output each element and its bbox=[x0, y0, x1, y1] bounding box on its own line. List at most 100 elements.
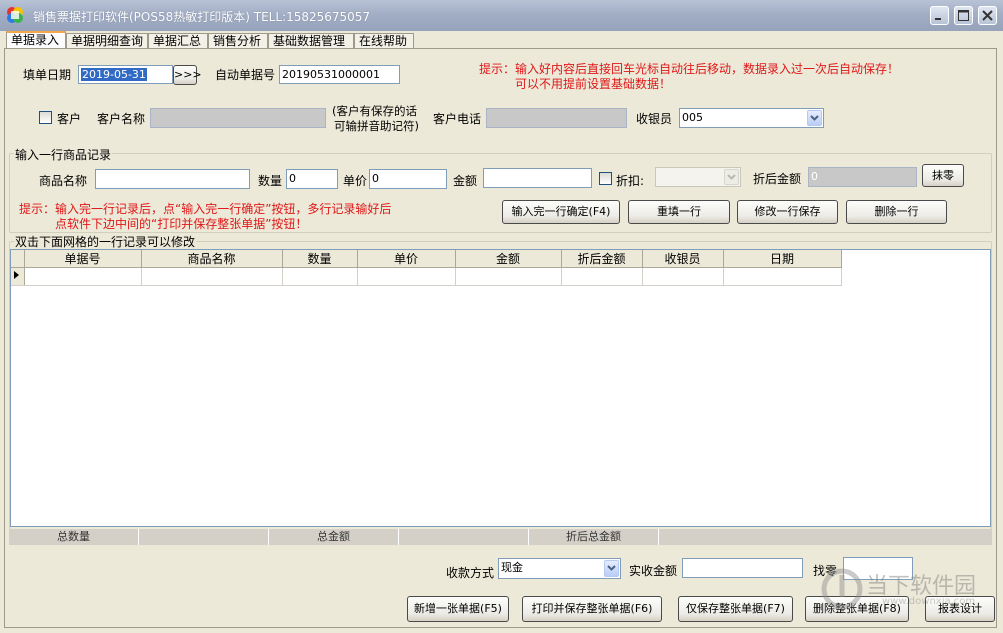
column-header[interactable]: 单据号 bbox=[24, 250, 142, 268]
received-amount-field[interactable] bbox=[682, 558, 803, 578]
column-header[interactable]: 单价 bbox=[357, 250, 456, 268]
customer-checkbox[interactable] bbox=[39, 111, 52, 124]
amount-field[interactable] bbox=[483, 168, 592, 188]
date-value: 2019-05-31 bbox=[81, 68, 147, 81]
discounted-amount-field: 0 bbox=[808, 167, 917, 187]
hint-top-line2: 可以不用提前设置基础数据！ bbox=[515, 77, 672, 91]
chevron-down-icon bbox=[727, 174, 736, 180]
received-amount-label: 实收金额 bbox=[629, 564, 678, 578]
column-header[interactable]: 商品名称 bbox=[141, 250, 283, 268]
auto-number-label: 自动单据号 bbox=[215, 68, 276, 82]
column-header[interactable]: 日期 bbox=[723, 250, 842, 268]
product-name-field[interactable] bbox=[95, 169, 250, 189]
hint-item-line2: 点软件下边中间的“打印并保存整张单据”按钮！ bbox=[55, 217, 308, 231]
cashier-dropdown-button[interactable] bbox=[807, 110, 822, 126]
confirm-row-button[interactable]: 输入完一行确定(F4) bbox=[502, 200, 620, 224]
customer-phone-field bbox=[486, 108, 627, 128]
date-picker-button[interactable]: >>> bbox=[173, 65, 202, 85]
grid-header-row: 单据号 商品名称 数量 单价 金额 折后金额 收银员 日期 bbox=[11, 250, 842, 268]
maximize-icon bbox=[958, 10, 969, 21]
item-entry-group-title: 输入一行商品记录 bbox=[14, 146, 113, 163]
payment-method-value: 现金 bbox=[501, 561, 523, 574]
totals-bar: 总数量 总金额 折后总金额 bbox=[9, 529, 992, 545]
date-field[interactable]: 2019-05-31 bbox=[78, 65, 173, 84]
close-icon bbox=[982, 10, 993, 21]
grid-cell[interactable] bbox=[642, 267, 724, 286]
customer-phone-label: 客户电话 bbox=[433, 112, 482, 126]
cashier-value: 005 bbox=[682, 111, 703, 124]
chevron-down-icon bbox=[810, 115, 819, 121]
column-header[interactable]: 数量 bbox=[282, 250, 358, 268]
records-table: 单据号 商品名称 数量 单价 金额 折后金额 收银员 日期 bbox=[11, 250, 842, 286]
column-header[interactable]: 收银员 bbox=[642, 250, 724, 268]
refill-row-button[interactable]: 重填一行 bbox=[628, 200, 730, 224]
grid-cell[interactable] bbox=[24, 267, 142, 286]
modify-row-button[interactable]: 修改一行保存 bbox=[737, 200, 838, 224]
product-name-label: 商品名称 bbox=[39, 174, 88, 188]
discount-dropdown-button bbox=[724, 169, 739, 185]
report-design-button[interactable]: 报表设计 bbox=[925, 596, 995, 622]
row-pointer-icon bbox=[14, 271, 19, 279]
customer-name-field bbox=[150, 108, 326, 128]
customer-checkbox-label: 客户 bbox=[57, 112, 82, 126]
tab-sales-analysis[interactable]: 销售分析 bbox=[208, 33, 268, 48]
customer-name-label: 客户名称 bbox=[97, 112, 146, 126]
grid-cell[interactable] bbox=[455, 267, 562, 286]
discount-label: 折扣: bbox=[616, 174, 645, 188]
quantity-label: 数量 bbox=[258, 174, 283, 188]
payment-method-select[interactable]: 现金 bbox=[498, 558, 621, 579]
grid-cell[interactable] bbox=[141, 267, 283, 286]
grid-cell[interactable] bbox=[357, 267, 456, 286]
discount-checkbox[interactable] bbox=[599, 172, 612, 185]
window-title: 销售票据打印软件(POS58热敏打印版本) TELL:15825675057 bbox=[33, 10, 371, 24]
tab-document-entry[interactable]: 单据录入 bbox=[6, 31, 66, 49]
chevron-down-icon bbox=[607, 565, 616, 571]
payment-dropdown-button[interactable] bbox=[604, 560, 619, 577]
date-label: 填单日期 bbox=[23, 68, 72, 82]
grid-cell[interactable] bbox=[282, 267, 358, 286]
cashier-label: 收银员 bbox=[636, 112, 673, 126]
table-row[interactable] bbox=[11, 267, 842, 286]
discounted-amount-label: 折后金额 bbox=[753, 172, 802, 186]
unit-price-field[interactable]: 0 bbox=[369, 169, 447, 189]
discount-select bbox=[655, 167, 741, 187]
round-off-button[interactable]: 抹零 bbox=[922, 164, 964, 187]
app-icon bbox=[7, 7, 23, 23]
column-header[interactable]: 金额 bbox=[455, 250, 562, 268]
customer-note-line1: (客户有保存的话 bbox=[332, 104, 417, 118]
records-grid[interactable]: 单据号 商品名称 数量 单价 金额 折后金额 收银员 日期 bbox=[10, 249, 991, 527]
unit-price-label: 单价 bbox=[343, 174, 368, 188]
print-save-document-button[interactable]: 打印并保存整张单据(F6) bbox=[522, 596, 662, 622]
new-document-button[interactable]: 新增一张单据(F5) bbox=[407, 596, 509, 622]
grid-cell[interactable] bbox=[723, 267, 842, 286]
column-header[interactable]: 折后金额 bbox=[561, 250, 643, 268]
tab-online-help[interactable]: 在线帮助 bbox=[354, 33, 414, 48]
delete-row-button[interactable]: 删除一行 bbox=[846, 200, 947, 224]
total-amount-label: 总金额 bbox=[269, 529, 399, 545]
total-discounted-value bbox=[659, 529, 992, 545]
amount-label: 金额 bbox=[453, 174, 478, 188]
customer-note-line2: 可输拼音助记符) bbox=[334, 119, 419, 133]
tab-detail-query[interactable]: 单据明细查询 bbox=[66, 33, 148, 48]
grid-group-title: 双击下面网格的一行记录可以修改 bbox=[14, 233, 197, 250]
minimize-button[interactable] bbox=[930, 6, 949, 25]
close-button[interactable] bbox=[978, 6, 997, 25]
row-indicator bbox=[11, 267, 25, 286]
minimize-icon bbox=[935, 18, 941, 20]
quantity-field[interactable]: 0 bbox=[286, 169, 338, 189]
total-discounted-label: 折后总金额 bbox=[529, 529, 659, 545]
delete-document-button[interactable]: 删除整张单据(F8) bbox=[805, 596, 909, 622]
save-document-button[interactable]: 仅保存整张单据(F7) bbox=[678, 596, 793, 622]
total-quantity-value bbox=[139, 529, 269, 545]
tab-summary[interactable]: 单据汇总 bbox=[148, 33, 208, 48]
cashier-select[interactable]: 005 bbox=[679, 108, 824, 128]
maximize-button[interactable] bbox=[954, 6, 973, 25]
tab-basic-data[interactable]: 基础数据管理 bbox=[268, 33, 354, 48]
payment-method-label: 收款方式 bbox=[446, 566, 495, 580]
grid-corner-header bbox=[11, 250, 25, 268]
change-field[interactable] bbox=[843, 557, 913, 580]
change-label: 找零 bbox=[813, 564, 838, 578]
auto-number-field[interactable]: 20190531000001 bbox=[279, 65, 400, 84]
total-amount-value bbox=[399, 529, 529, 545]
grid-cell[interactable] bbox=[561, 267, 643, 286]
